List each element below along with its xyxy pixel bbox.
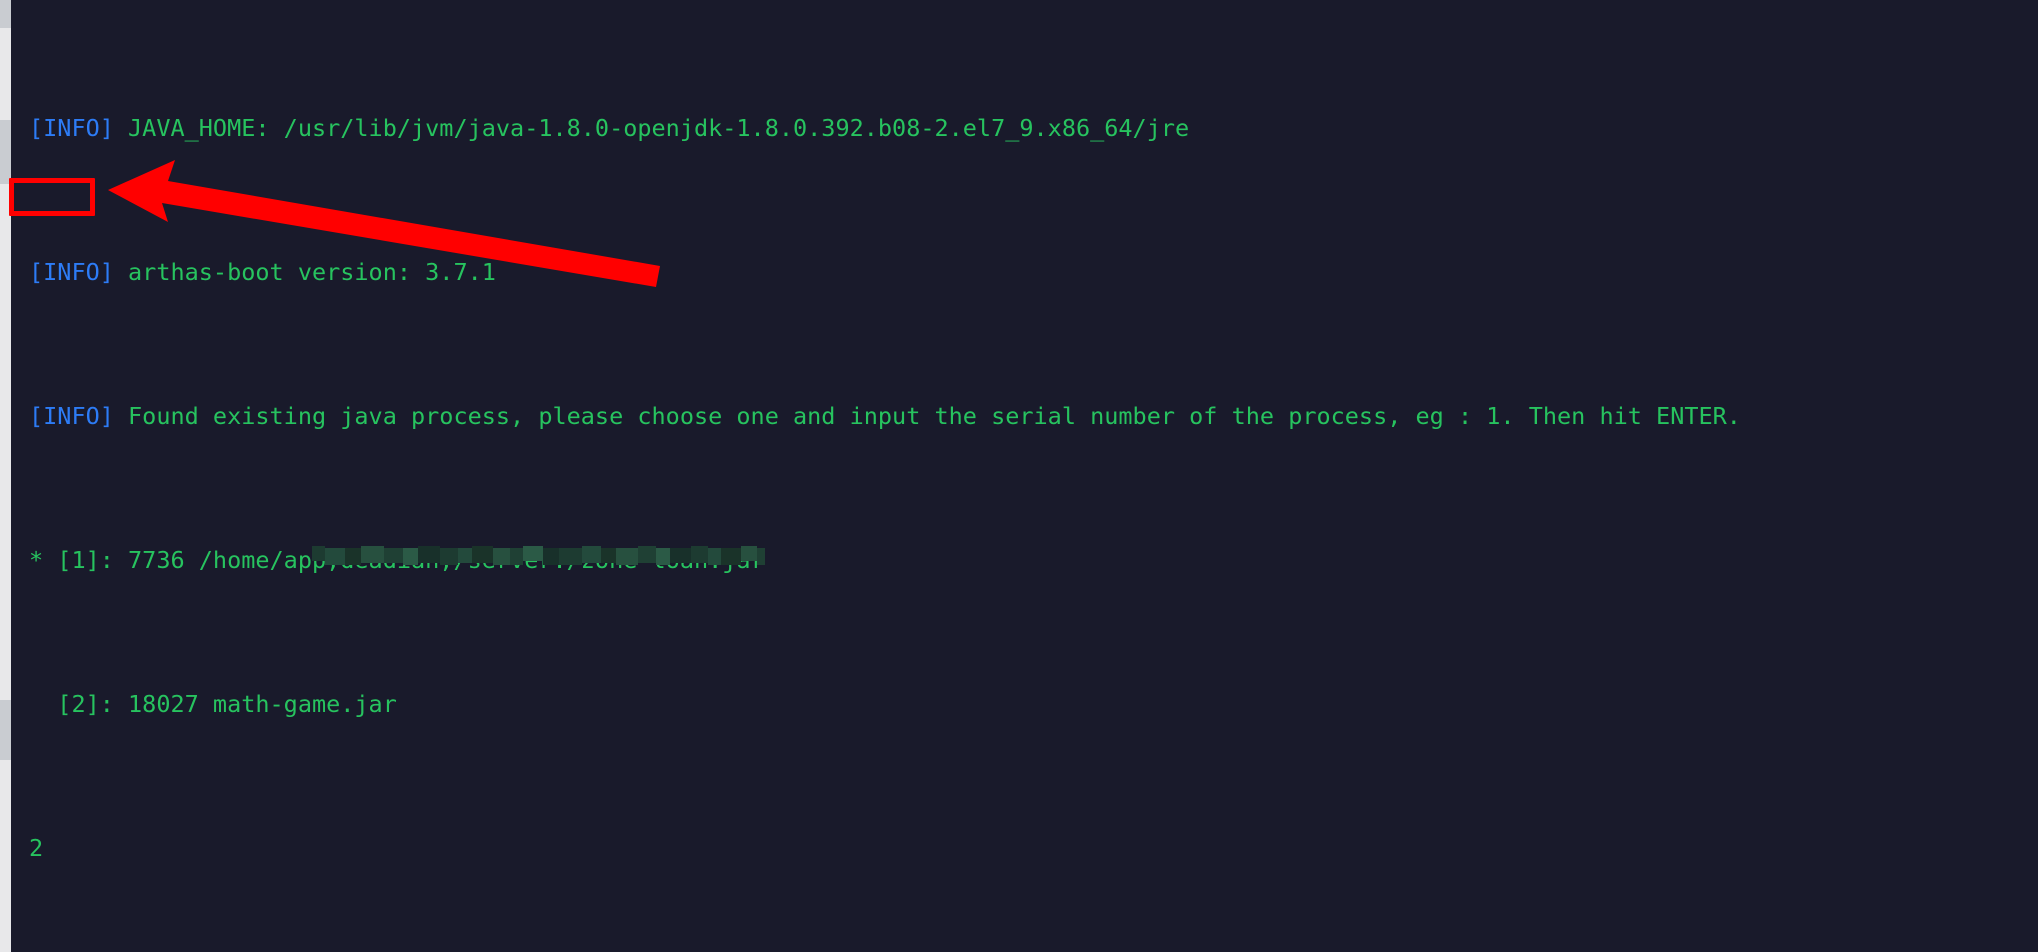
log-line-java-home: [INFO] JAVA_HOME: /usr/lib/jvm/java-1.8.… bbox=[29, 110, 2038, 146]
terminal-bottom-strip bbox=[11, 922, 2038, 952]
screenshot-root: [INFO] JAVA_HOME: /usr/lib/jvm/java-1.8.… bbox=[0, 0, 2038, 952]
user-input-echo: 2 bbox=[29, 834, 44, 862]
user-input-echo-line: 2 bbox=[29, 830, 2038, 866]
process-list-item-2[interactable]: [2]: 18027 math-game.jar bbox=[29, 686, 2038, 722]
log-text: JAVA_HOME: /usr/lib/jvm/java-1.8.0-openj… bbox=[113, 114, 1190, 142]
log-text: Found existing java process, please choo… bbox=[113, 402, 1741, 430]
log-line-boot-version: [INFO] arthas-boot version: 3.7.1 bbox=[29, 254, 2038, 290]
gutter-mark-top bbox=[0, 0, 11, 28]
terminal-panel[interactable]: [INFO] JAVA_HOME: /usr/lib/jvm/java-1.8.… bbox=[11, 0, 2038, 922]
process-entry-redacted-text: p,deadian,/server./zone-loan.jar bbox=[311, 546, 765, 574]
gutter-mark-mid bbox=[0, 120, 11, 184]
window-bottom-left-edge bbox=[0, 922, 11, 952]
process-entry-text: * [1]: 7736 /home/ap bbox=[29, 546, 312, 574]
process-entry-text: [2]: 18027 math-game.jar bbox=[29, 690, 397, 718]
process-list-item-1[interactable]: * [1]: 7736 /home/app,deadian,/server./z… bbox=[29, 542, 2038, 578]
gutter-mark-low bbox=[0, 700, 11, 760]
log-text: arthas-boot version: 3.7.1 bbox=[113, 258, 496, 286]
redacted-path-wrap: * [1]: 7736 /home/app,deadian,/server./z… bbox=[29, 542, 765, 578]
log-line-found-process: [INFO] Found existing java process, plea… bbox=[29, 398, 2038, 434]
terminal-output: [INFO] JAVA_HOME: /usr/lib/jvm/java-1.8.… bbox=[29, 2, 2038, 922]
window-left-gutter bbox=[0, 0, 11, 952]
log-level-info: [INFO] bbox=[29, 114, 114, 142]
log-level-info: [INFO] bbox=[29, 402, 114, 430]
log-level-info: [INFO] bbox=[29, 258, 114, 286]
